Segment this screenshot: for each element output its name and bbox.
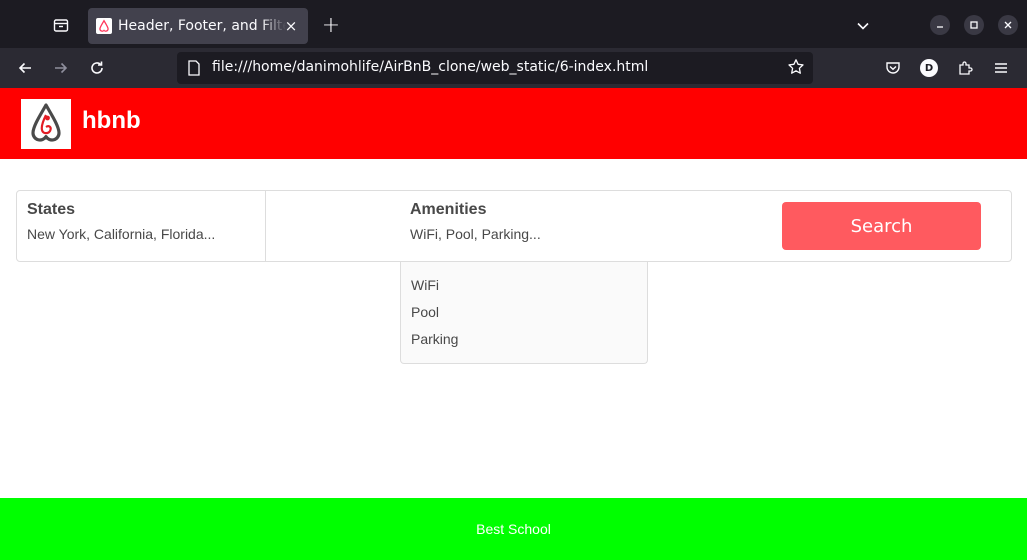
amenities-summary: WiFi, Pool, Parking... [410,226,541,242]
footer-text: Best School [476,521,551,537]
amenities-title: Amenities [410,201,487,218]
maximize-icon[interactable] [964,15,984,35]
chevron-down-icon[interactable] [850,13,876,39]
new-tab-button[interactable]: + [318,12,344,38]
airbnb-logo-icon [96,18,112,34]
tab-strip: Header, Footer, and Filters × + [0,0,1027,48]
tab-title: Header, Footer, and Filters [118,18,286,34]
amenities-filter[interactable]: Amenities WiFi, Pool, Parking... [400,191,648,261]
amenities-popover: WiFi Pool Parking [400,262,648,364]
menu-icon[interactable] [987,54,1015,82]
amenity-option[interactable]: Parking [411,331,458,347]
tab-close-icon[interactable]: × [282,17,300,35]
back-arrow-icon[interactable] [11,54,39,82]
pocket-icon[interactable] [879,54,907,82]
search-button[interactable]: Search [782,202,981,250]
page-icon [187,60,201,80]
locations-title: States [27,201,76,218]
locations-filter[interactable]: States New York, California, Florida... [17,191,266,261]
airbnb-logo-icon[interactable] [21,99,71,149]
navigation-bar: file:///home/danimohlife/AirBnB_clone/we… [0,48,1027,88]
amenity-option[interactable]: WiFi [411,277,439,293]
extensions-icon[interactable] [951,54,979,82]
forward-arrow-icon[interactable] [47,54,75,82]
browser-window: Header, Footer, and Filters × + file:///… [0,0,1027,560]
locations-summary: New York, California, Florida... [27,226,216,242]
minimize-icon[interactable] [930,15,950,35]
url-text: file:///home/danimohlife/AirBnB_clone/we… [212,59,649,75]
close-window-icon[interactable] [998,15,1018,35]
amenity-option[interactable]: Pool [411,304,439,320]
tab-list-icon[interactable] [46,10,76,40]
filters-bar: States New York, California, Florida... … [16,190,1012,262]
page-content: hbnb States New York, California, Florid… [0,88,1027,560]
brand-name: hbnb [82,107,141,134]
site-header: hbnb [0,88,1027,159]
tab-active[interactable]: Header, Footer, and Filters × [88,8,308,44]
bookmark-star-icon[interactable] [787,58,805,80]
url-bar[interactable]: file:///home/danimohlife/AirBnB_clone/we… [177,52,813,84]
account-avatar[interactable]: D [920,59,938,77]
reload-icon[interactable] [83,54,111,82]
site-footer: Best School [0,498,1027,560]
